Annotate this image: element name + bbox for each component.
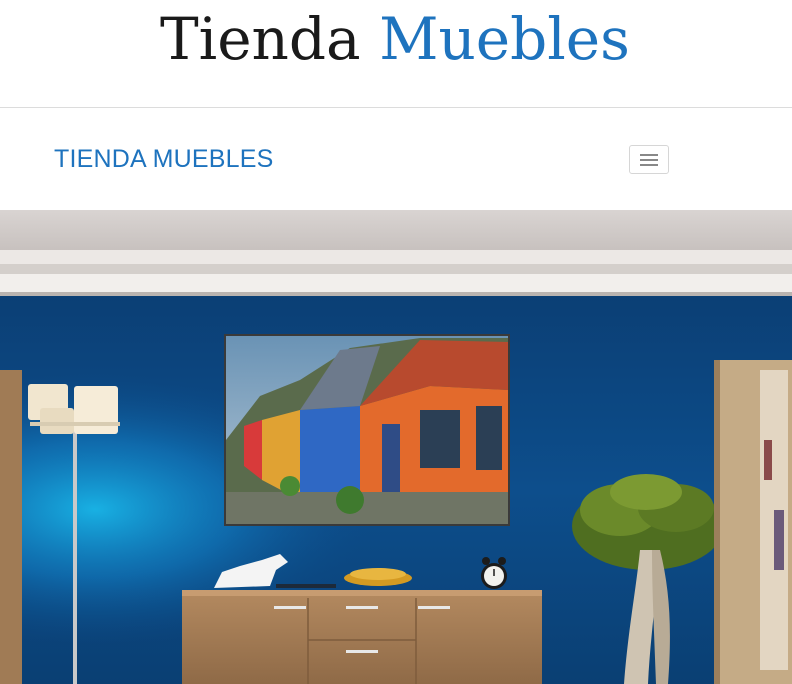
living-room-photo xyxy=(0,210,792,684)
navbar: TIENDA MUEBLES xyxy=(0,108,792,210)
site-title-text: Tienda xyxy=(160,5,380,73)
navbar-brand-link[interactable]: TIENDA MUEBLES xyxy=(54,144,274,174)
site-header: Tienda Muebles xyxy=(0,0,792,108)
menu-toggle-button[interactable] xyxy=(629,145,669,174)
site-title-accent: Muebles xyxy=(379,5,630,73)
hero-image xyxy=(0,210,792,684)
site-title: Tienda Muebles xyxy=(160,4,630,74)
